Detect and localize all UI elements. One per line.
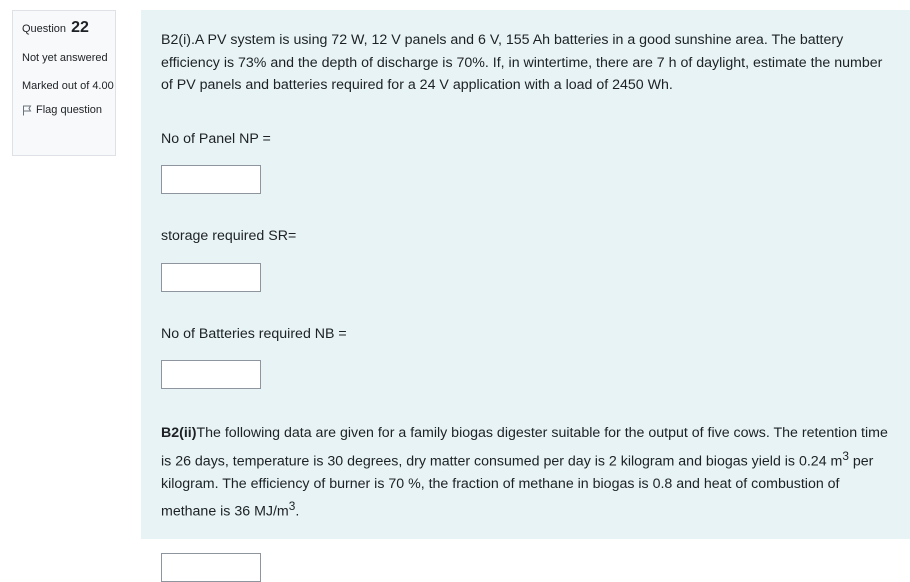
panels-answer-input[interactable] xyxy=(161,165,261,194)
question-state: Not yet answered xyxy=(22,52,108,64)
question-info-panel: Question 22 Not yet answered Marked out … xyxy=(12,10,116,156)
batteries-answer-input[interactable] xyxy=(161,360,261,389)
storage-label: storage required SR= xyxy=(161,228,297,244)
question-number: Question 22 xyxy=(22,19,115,37)
part2-text-c: . xyxy=(295,503,300,520)
question-text-part1: B2(i).A PV system is using 72 W, 12 V pa… xyxy=(161,32,883,93)
part2-text-a: The following data are given for a famil… xyxy=(161,425,888,470)
flag-question-link[interactable]: Flag question xyxy=(22,104,115,116)
batteries-label: No of Batteries required NB = xyxy=(161,325,347,342)
question-content: B2(i).A PV system is using 72 W, 12 V pa… xyxy=(141,10,910,582)
question-grade: Marked out of 4.00 xyxy=(22,80,114,92)
flag-question-label: Flag question xyxy=(36,104,103,116)
part2-sup-a: 3 xyxy=(842,448,849,463)
panels-label: No of Panel NP = xyxy=(161,130,271,147)
question-label: Question xyxy=(22,23,67,35)
question-number-value: 22 xyxy=(71,19,89,36)
storage-answer-input[interactable] xyxy=(161,262,261,292)
flag-icon xyxy=(23,105,32,115)
part2-heading: B2(ii) xyxy=(161,425,197,441)
question-text-part2: B2(ii)The following data are given for a… xyxy=(161,422,890,523)
biogas-answer-input[interactable] xyxy=(161,553,261,582)
